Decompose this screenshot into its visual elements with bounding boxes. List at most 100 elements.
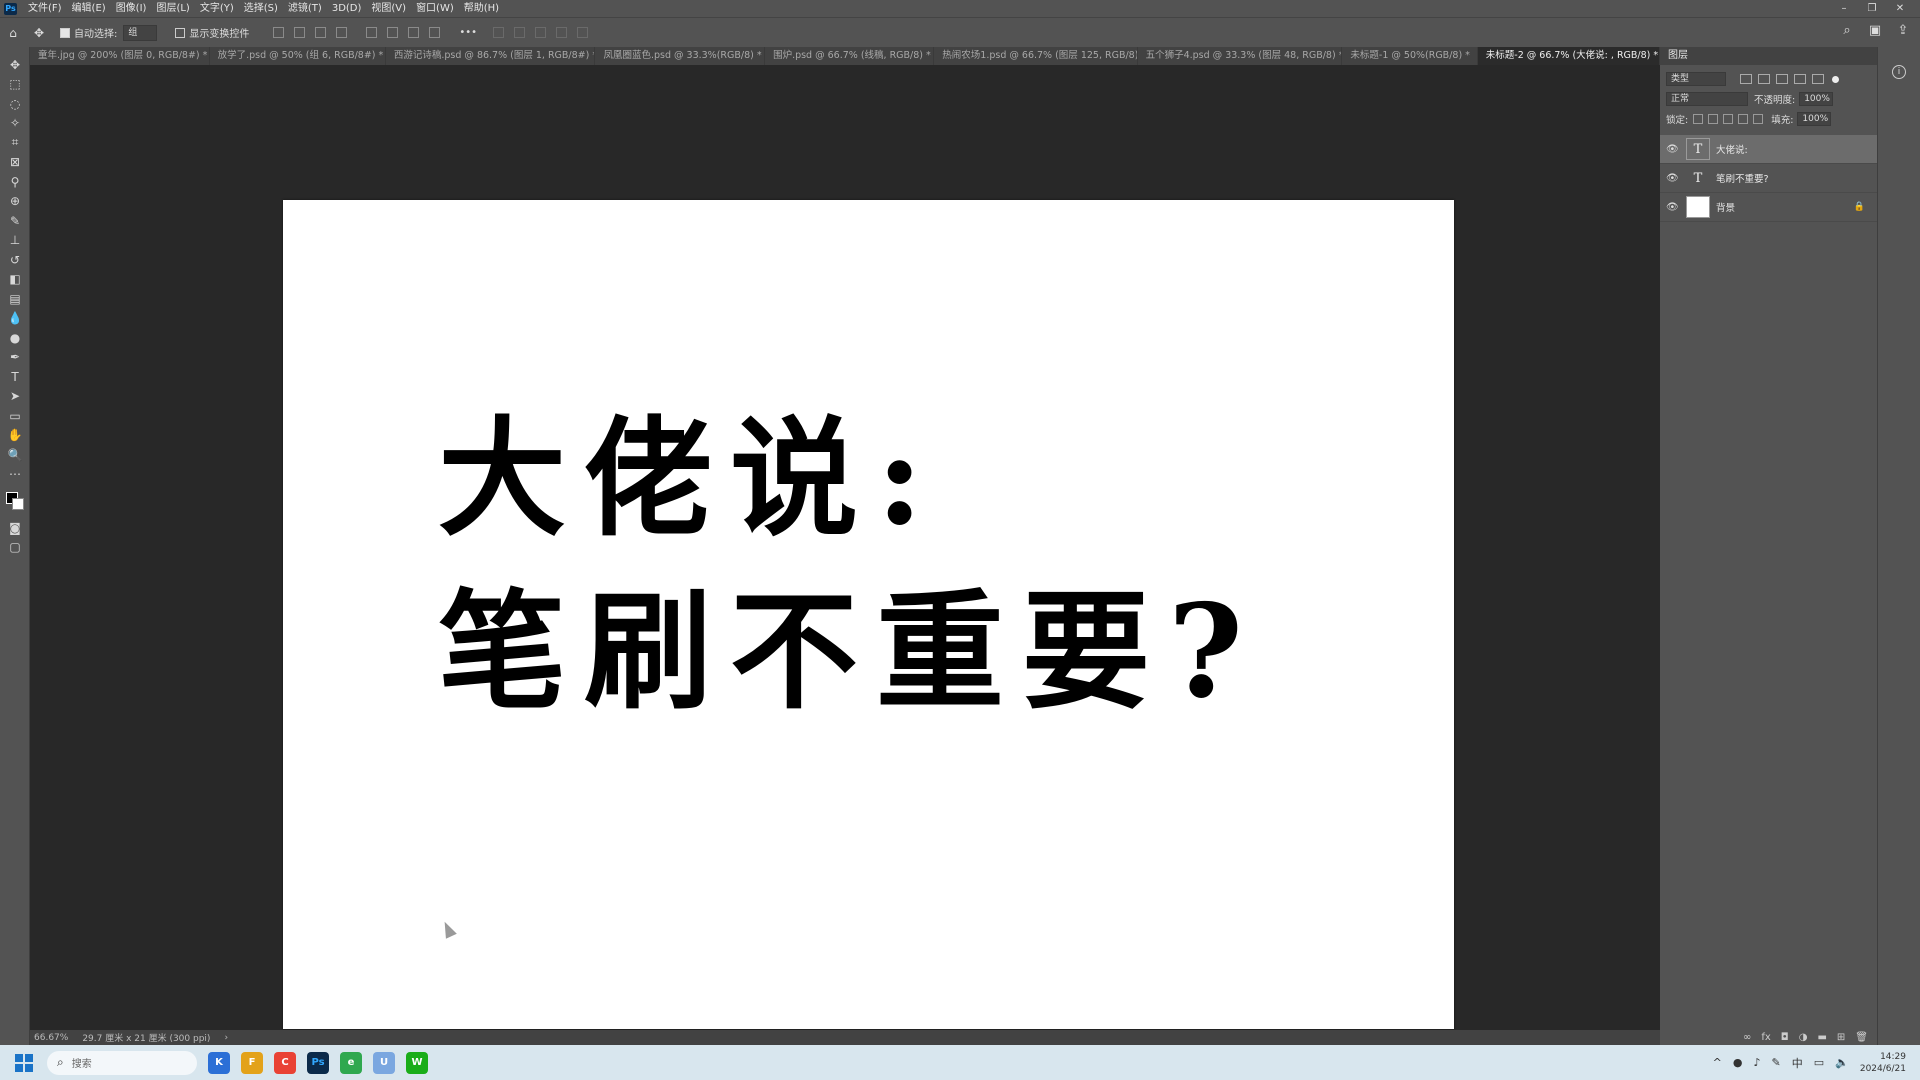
app-u-icon[interactable]: U (373, 1051, 395, 1074)
delete-layer-icon[interactable]: 🗑 (1855, 1032, 1868, 1043)
move-tool-preset-icon[interactable]: ✥ (30, 24, 48, 42)
filter-toggle-icon[interactable] (1832, 75, 1839, 83)
quick-mask-icon[interactable]: ◙ (0, 518, 30, 538)
layer-name[interactable]: 大佬说: (1716, 142, 1877, 156)
history-brush-tool-icon[interactable]: ↺ (0, 250, 30, 270)
photoshop-logo[interactable]: Ps (4, 2, 17, 15)
menu-filter[interactable]: 滤镜(T) (283, 0, 327, 17)
menu-edit[interactable]: 编辑(E) (67, 0, 111, 17)
share-icon[interactable]: ⇪ (1894, 23, 1912, 41)
ime-indicator[interactable]: 中 (1792, 1055, 1803, 1071)
windows-start-icon[interactable] (15, 1053, 33, 1072)
menu-image[interactable]: 图像(I) (111, 0, 152, 17)
new-group-icon[interactable]: ▬ (1817, 1032, 1826, 1043)
auto-select-dropdown[interactable]: 组 (123, 24, 158, 41)
crop-tool-icon[interactable]: ⌗ (0, 133, 30, 153)
lock-artboard-icon[interactable] (1738, 114, 1749, 124)
home-icon[interactable]: ⌂ (4, 24, 22, 42)
screen-mode-icon[interactable]: ▢ (0, 538, 30, 558)
document-tab[interactable]: 围炉.psd @ 66.7% (线稿, RGB/8) *× (765, 47, 935, 65)
canvas-text-line-2[interactable]: 笔刷不重要? (438, 548, 1261, 733)
menu-file[interactable]: 文件(F) (23, 0, 67, 17)
dodge-tool-icon[interactable]: ● (0, 328, 30, 348)
3d-rotate-icon[interactable] (514, 27, 526, 38)
zoom-level[interactable]: 66.67% (34, 1033, 68, 1043)
chevron-up-icon[interactable]: ^ (1713, 1056, 1722, 1069)
chrome-icon[interactable]: C (274, 1051, 296, 1074)
document-tab[interactable]: 放学了.psd @ 50% (组 6, RGB/8#) *× (210, 47, 386, 65)
info-icon[interactable]: i (1892, 65, 1906, 79)
shape-tool-icon[interactable]: ▭ (0, 406, 30, 426)
document-tab[interactable]: 热闹农场1.psd @ 66.7% (图层 125, RGB/8)× (934, 47, 1138, 65)
menu-window[interactable]: 窗口(W) (411, 0, 459, 17)
photoshop-taskbar-icon[interactable]: Ps (307, 1051, 329, 1074)
magic-wand-tool-icon[interactable]: ✧ (0, 114, 30, 134)
add-mask-icon[interactable]: ◘ (1781, 1032, 1789, 1043)
show-transform-checkbox[interactable] (175, 27, 186, 38)
layer-row[interactable]: 👁 T 大佬说: (1660, 135, 1877, 164)
color-swatches[interactable] (0, 484, 30, 518)
eraser-tool-icon[interactable]: ◧ (0, 270, 30, 290)
frame-tool-icon[interactable]: ⊠ (0, 153, 30, 173)
align-bottom-icon[interactable] (408, 27, 420, 38)
menu-type[interactable]: 文字(Y) (195, 0, 239, 17)
filter-adjustment-icon[interactable] (1758, 74, 1770, 84)
3d-roll-icon[interactable] (535, 27, 547, 38)
menu-select[interactable]: 选择(S) (239, 0, 283, 17)
minimize-icon[interactable]: – (1830, 3, 1858, 14)
filter-type-icon[interactable] (1776, 74, 1788, 84)
distribute-vertical-icon[interactable] (429, 27, 441, 38)
network-icon[interactable]: ▭ (1814, 1056, 1824, 1069)
fill-input[interactable]: 100% (1797, 112, 1832, 126)
edit-toolbar-icon[interactable]: ⋯ (0, 465, 30, 485)
more-options-button[interactable]: ••• (459, 27, 477, 38)
move-tool-icon[interactable]: ✥ (0, 55, 30, 75)
document-tab[interactable]: 未标题-1 @ 50%(RGB/8) *× (1342, 47, 1478, 65)
eye-icon[interactable]: 👁 (1666, 173, 1680, 184)
adjustment-layer-icon[interactable]: ◑ (1799, 1032, 1808, 1043)
canvas[interactable]: 大佬说: 笔刷不重要? (283, 200, 1454, 1029)
lock-pixels-icon[interactable] (1708, 114, 1719, 124)
eye-icon[interactable]: 👁 (1666, 202, 1680, 213)
kugou-app-icon[interactable]: K (208, 1051, 230, 1074)
eye-icon[interactable]: 👁 (1666, 144, 1680, 155)
menu-help[interactable]: 帮助(H) (459, 0, 504, 17)
layer-name[interactable]: 笔刷不重要? (1716, 171, 1877, 185)
lock-icon[interactable]: 🔒 (1854, 202, 1865, 212)
document-tab[interactable]: 童年.jpg @ 200% (图层 0, RGB/8#) *× (30, 47, 210, 65)
menu-layer[interactable]: 图层(L) (151, 0, 194, 17)
layer-filter-kind[interactable]: 类型 (1666, 72, 1726, 86)
clock[interactable]: 14:29 2024/6/21 (1860, 1051, 1906, 1075)
align-middle-icon[interactable] (387, 27, 399, 38)
auto-select-checkbox[interactable] (60, 27, 70, 38)
gradient-tool-icon[interactable]: ▤ (0, 289, 30, 309)
tray-app-icon[interactable]: ● (1733, 1056, 1743, 1069)
align-left-icon[interactable] (273, 27, 285, 38)
zoom-tool-icon[interactable]: 🔍 (0, 445, 30, 465)
3d-mode-icon[interactable] (493, 27, 505, 38)
menu-view[interactable]: 视图(V) (366, 0, 411, 17)
align-right-icon[interactable] (315, 27, 327, 38)
document-tab-active[interactable]: 未标题-2 @ 66.7% (大佬说: , RGB/8) *× (1477, 47, 1660, 65)
layer-row[interactable]: 👁 T 笔刷不重要? (1660, 164, 1877, 193)
microphone-icon[interactable]: ♪ (1753, 1056, 1760, 1069)
background-color-swatch[interactable] (12, 498, 24, 510)
opacity-input[interactable]: 100% (1799, 92, 1834, 106)
edge-icon[interactable]: e (340, 1051, 362, 1074)
wechat-icon[interactable]: W (406, 1051, 428, 1074)
3d-scale-icon[interactable] (577, 27, 589, 38)
pen-tool-icon[interactable]: ✒ (0, 348, 30, 368)
eyedropper-tool-icon[interactable]: ⚲ (0, 172, 30, 192)
blur-tool-icon[interactable]: 💧 (0, 309, 30, 329)
brush-tool-icon[interactable]: ✎ (0, 211, 30, 231)
lock-all-icon[interactable] (1753, 114, 1764, 124)
layer-name[interactable]: 背景 (1716, 200, 1854, 214)
filter-smart-object-icon[interactable] (1812, 74, 1824, 84)
layer-row[interactable]: 👁 背景 🔒 (1660, 193, 1877, 222)
healing-brush-tool-icon[interactable]: ⊕ (0, 192, 30, 212)
layer-style-icon[interactable]: fx (1761, 1032, 1770, 1043)
volume-icon[interactable]: 🔈 (1835, 1056, 1849, 1069)
document-tab[interactable]: 西游记诗稿.psd @ 86.7% (图层 1, RGB/8#) *× (386, 47, 596, 65)
pen-icon[interactable]: ✎ (1772, 1056, 1781, 1069)
3d-drag-icon[interactable] (556, 27, 568, 38)
